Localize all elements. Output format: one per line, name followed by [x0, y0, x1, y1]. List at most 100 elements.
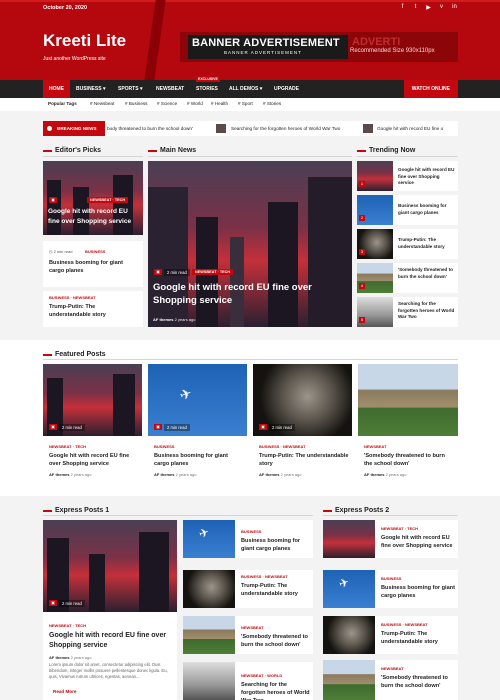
article-title[interactable]: Google hit with record EU fine over Shop…	[49, 631, 174, 651]
category-badge[interactable]: NEWSBEAT · TECH	[192, 269, 234, 275]
express2-item[interactable]: ✈ BUSINESS Business booming for giant ca…	[323, 570, 458, 608]
nav-business[interactable]: BUSINESS ▾	[70, 80, 111, 98]
ticker-item[interactable]: Google hit with record EU fine o	[377, 126, 443, 131]
article-categories[interactable]: NEWSBEAT	[241, 625, 264, 630]
rank-badge: 2	[359, 215, 365, 221]
twitter-icon[interactable]: t	[412, 4, 419, 11]
section-divider	[323, 515, 458, 516]
nav-upgrade[interactable]: UPGRADE	[268, 80, 305, 98]
express-list-item[interactable]: NEWSBEAT · WORLD Searching for the forgo…	[183, 662, 313, 700]
article-title[interactable]: Business booming for giant cargo planes	[49, 259, 137, 275]
trending-item[interactable]: 2 Business booming for giant cargo plane…	[357, 195, 458, 225]
article-thumbnail: ✈	[183, 520, 235, 558]
featured-card[interactable]: NEWSBEAT 'Somebody threatened to burn th…	[358, 364, 458, 486]
article-categories[interactable]: BUSINESS	[154, 444, 174, 449]
vimeo-icon[interactable]: v	[438, 4, 445, 11]
tag-health[interactable]: # Health	[211, 101, 228, 106]
featured-card[interactable]: ✈ ▣ 2 min read BUSINESS Business booming…	[148, 364, 247, 486]
nav-home[interactable]: HOME	[43, 80, 70, 98]
featured-card[interactable]: ▣ 2 min read BUSINESS · NEWSBEAT Trump-P…	[253, 364, 352, 486]
tag-business[interactable]: # Business	[125, 101, 147, 106]
article-title[interactable]: Searching for the forgotten heroes of Wo…	[241, 681, 311, 700]
trending-item[interactable]: 5 Searching for the forgotten heroes of …	[357, 297, 458, 327]
article-title[interactable]: Google hit with record EU fine over Shop…	[48, 207, 140, 227]
editors-pick-item[interactable]: ◷ 2 min read BUSINESS Business booming f…	[43, 241, 143, 287]
article-title[interactable]: 'Somebody threatened to burn the school …	[241, 633, 311, 649]
tag-world[interactable]: # World	[187, 101, 203, 106]
section-title-main-news: Main News	[148, 147, 196, 154]
article-categories[interactable]: NEWSBEAT · TECH	[49, 444, 86, 449]
express-list-item[interactable]: NEWSBEAT 'Somebody threatened to burn th…	[183, 616, 313, 654]
article-title[interactable]: Trump-Putin: The understandable story	[259, 452, 349, 468]
nav-all-demos[interactable]: ALL DEMOS ▾	[223, 80, 268, 98]
category-badge[interactable]: NEWSBEAT · TECH	[87, 197, 129, 203]
camera-icon: ▣	[154, 269, 162, 275]
article-title[interactable]: Google hit with record EU fine over Shop…	[381, 534, 457, 550]
express2-item[interactable]: NEWSBEAT 'Somebody threatened to burn th…	[323, 660, 458, 700]
featured-card[interactable]: ▣ 2 min read NEWSBEAT · TECH Google hit …	[43, 364, 142, 486]
article-title[interactable]: Trump-Putin: The understandable story	[381, 630, 457, 646]
express-list-item[interactable]: ✈ BUSINESS Business booming for giant ca…	[183, 520, 313, 558]
article-title[interactable]: Searching for the forgotten heroes of Wo…	[398, 301, 456, 321]
read-more-link[interactable]: Read More	[53, 689, 77, 694]
article-categories[interactable]: BUSINESS	[85, 249, 105, 254]
tag-science[interactable]: # Science	[157, 101, 177, 106]
trending-item[interactable]: 1 Google hit with record EU fine over Sh…	[357, 161, 458, 191]
tag-sport[interactable]: # Sport	[238, 101, 253, 106]
article-thumbnail	[183, 662, 235, 700]
section-divider	[43, 515, 313, 516]
nav-stories-label: STORIES	[196, 86, 218, 92]
watch-online-button[interactable]: WATCH ONLINE	[403, 80, 458, 98]
ticker-item[interactable]: Searching for the forgotten heroes of Wo…	[231, 126, 340, 131]
main-news-feature[interactable]: ▣ 2 min read NEWSBEAT · TECH Google hit …	[148, 161, 352, 327]
editors-pick-item[interactable]: BUSINESS · NEWSBEAT Trump-Putin: The und…	[43, 291, 143, 327]
article-categories[interactable]: NEWSBEAT · TECH	[49, 623, 86, 628]
article-categories[interactable]: NEWSBEAT · WORLD	[241, 673, 282, 678]
camera-icon: ▣	[154, 424, 162, 430]
facebook-icon[interactable]: f	[399, 4, 406, 11]
section-divider	[43, 156, 143, 157]
article-title[interactable]: Business booming for giant cargo planes	[398, 203, 456, 216]
article-title[interactable]: Google hit with record EU fine over Shop…	[49, 452, 139, 468]
article-categories[interactable]: BUSINESS · NEWSBEAT	[259, 444, 306, 449]
express2-item[interactable]: BUSINESS · NEWSBEAT Trump-Putin: The und…	[323, 616, 458, 654]
express2-item[interactable]: NEWSBEAT · TECH Google hit with record E…	[323, 520, 458, 558]
trending-item[interactable]: 4 'Somebody threatened to burn the schoo…	[357, 263, 458, 293]
article-title[interactable]: Trump-Putin: The understandable story	[49, 303, 137, 319]
article-title[interactable]: 'Somebody threatened to burn the school …	[364, 452, 454, 468]
article-title[interactable]: Business booming for giant cargo planes	[381, 584, 457, 600]
article-categories[interactable]: NEWSBEAT	[364, 444, 387, 449]
main-article-title[interactable]: Google hit with record EU fine over Shop…	[153, 281, 343, 307]
youtube-icon[interactable]: ▶	[425, 4, 432, 11]
article-categories[interactable]: BUSINESS	[241, 529, 261, 534]
article-categories[interactable]: BUSINESS	[381, 576, 401, 581]
trending-item[interactable]: 3 Trump-Putin: The understandable story	[357, 229, 458, 259]
nav-stories[interactable]: EXCLUSIVE STORIES	[190, 77, 224, 98]
article-title[interactable]: Business booming for giant cargo planes	[241, 537, 311, 553]
popular-tags-bar: Popular Tags # Newsbeat # Business # Sci…	[0, 98, 500, 111]
article-image	[43, 520, 177, 612]
tag-stories[interactable]: # Stories	[263, 101, 281, 106]
article-title[interactable]: Trump-Putin: The understandable story	[241, 582, 311, 598]
express-list-item[interactable]: BUSINESS · NEWSBEAT Trump-Putin: The und…	[183, 570, 313, 608]
article-categories[interactable]: BUSINESS · NEWSBEAT	[49, 295, 96, 300]
article-categories[interactable]: NEWSBEAT	[381, 666, 404, 671]
article-title[interactable]: Google hit with record EU fine over Shop…	[398, 167, 456, 187]
banner-advertisement[interactable]: BANNER ADVERTISEMENT BANNER ADVERTISEMEN…	[180, 32, 458, 62]
article-title[interactable]: 'Somebody threatened to burn the school …	[398, 267, 456, 280]
editors-pick-main[interactable]: ▣ NEWSBEAT · TECH Google hit with record…	[43, 161, 143, 235]
ticker-item[interactable]: body threatened to burn the school down'	[107, 126, 193, 131]
article-categories[interactable]: BUSINESS · NEWSBEAT	[241, 574, 288, 579]
site-title[interactable]: Kreeti Lite	[43, 31, 126, 51]
article-categories[interactable]: NEWSBEAT · TECH	[381, 526, 418, 531]
tag-newsbeat[interactable]: # Newsbeat	[90, 101, 114, 106]
nav-sports[interactable]: SPORTS ▾	[112, 80, 148, 98]
express-feature[interactable]: ▣ 2 min read NEWSBEAT · TECH Google hit …	[43, 520, 177, 700]
article-title[interactable]: Business booming for giant cargo planes	[154, 452, 244, 468]
nav-newsbeat[interactable]: NEWSBEAT	[150, 80, 190, 98]
article-title[interactable]: 'Somebody threatened to burn the school …	[381, 674, 457, 690]
article-title[interactable]: Trump-Putin: The understandable story	[398, 237, 456, 250]
rank-badge: 5	[359, 317, 365, 323]
article-categories[interactable]: BUSINESS · NEWSBEAT	[381, 622, 428, 627]
linkedin-icon[interactable]: in	[451, 4, 458, 11]
